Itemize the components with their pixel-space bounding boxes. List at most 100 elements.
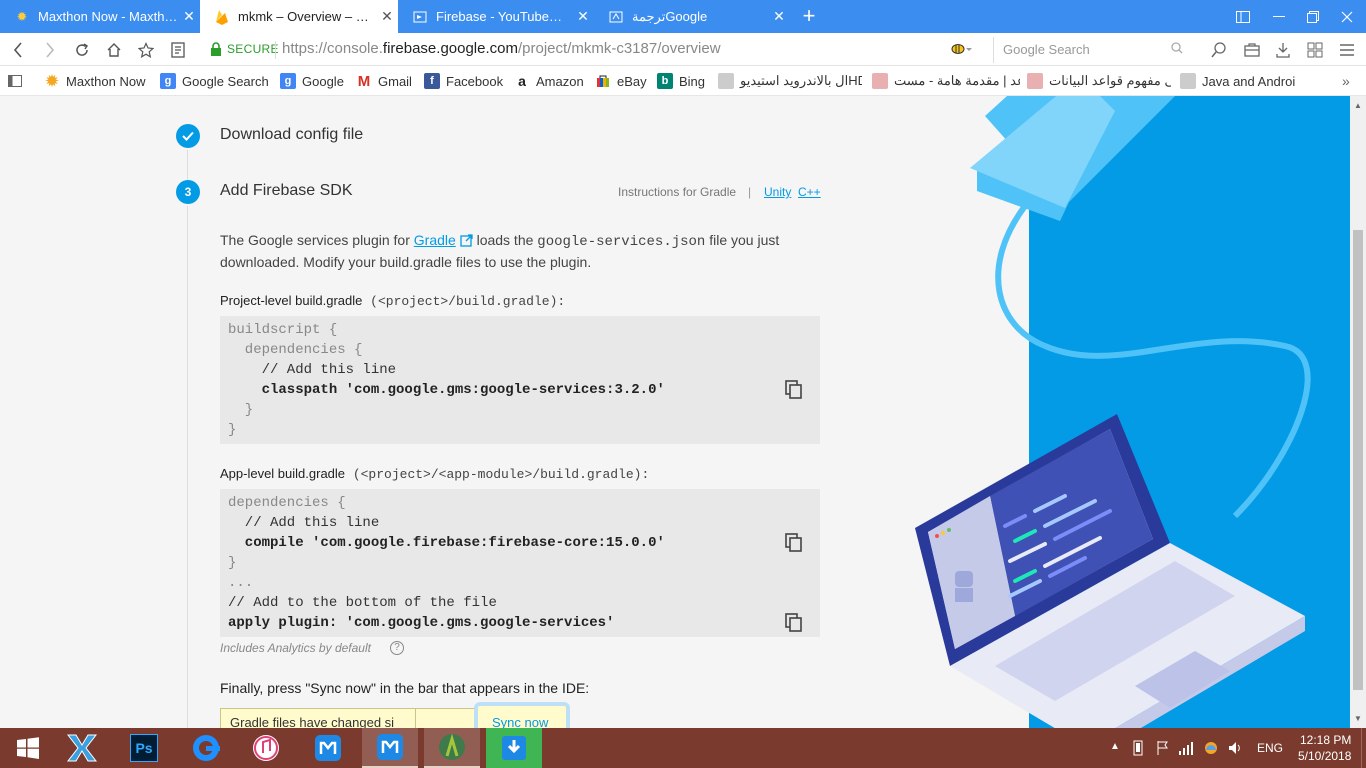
lock-icon (211, 42, 221, 56)
sidebar-panel-icon[interactable] (8, 72, 22, 90)
search-icon[interactable] (1171, 42, 1183, 57)
tab-youtube[interactable]: Firebase - YouTubeربط… ✕ (398, 0, 594, 33)
page-scrollbar[interactable]: ▲ ▼ (1350, 96, 1366, 728)
more-bookmarks-chevron-icon[interactable]: » (1342, 72, 1358, 90)
code-line: // Add this line (228, 515, 380, 531)
cpp-link[interactable]: C++ (798, 185, 821, 199)
bookmark-java-android[interactable]: Java and Androi (1180, 72, 1300, 90)
bookmark-google-search[interactable]: g Google Search (160, 72, 272, 90)
app-level-code-block[interactable]: dependencies { // Add this line compile … (220, 489, 820, 637)
copy-icon[interactable] (785, 380, 803, 400)
bookmark-bing[interactable]: b Bing (657, 72, 709, 90)
tab-google-translate[interactable]: ترجمةGoogle ✕ (594, 0, 790, 33)
bookmark-amazon[interactable]: a Amazon (514, 72, 588, 90)
maxthon-icon[interactable] (300, 728, 356, 768)
url-prefix: https://console. (282, 40, 383, 57)
notes-button[interactable] (1241, 39, 1263, 61)
code-line: compile 'com.google.firebase:firebase-co… (228, 535, 665, 551)
bookmark-database-concept[interactable]: على مفهوم قواعد البيانات-… (1027, 72, 1171, 90)
code-line: } (228, 422, 237, 438)
reload-button[interactable] (69, 37, 95, 63)
bookmark-ebay[interactable]: eBay (595, 72, 651, 90)
download-button[interactable] (1272, 39, 1294, 61)
clock-time[interactable]: 12:18 PM (1300, 733, 1351, 747)
project-level-code-block[interactable]: buildscript { dependencies { // Add this… (220, 316, 820, 444)
tray-overflow-chevron-icon[interactable]: ▲ (1110, 741, 1120, 752)
google-icon: g (280, 73, 296, 89)
hamburger-icon (1340, 44, 1354, 56)
bookmark-maxthon-now[interactable]: ✹ Maxthon Now (44, 72, 154, 90)
close-window-icon[interactable] (1330, 0, 1364, 33)
maxthon-active-icon[interactable] (362, 728, 418, 768)
help-icon[interactable]: ? (390, 641, 404, 655)
maxthon-x-icon[interactable] (54, 728, 110, 768)
search-input[interactable] (994, 37, 1164, 61)
page-content: Download config file 3 Add Firebase SDK … (0, 96, 1350, 728)
tab-maxthon-now[interactable]: ✹ Maxthon Now - Maxth… ✕ (0, 0, 200, 33)
scroll-up-icon[interactable]: ▲ (1354, 101, 1362, 110)
new-tab-button[interactable]: + (796, 0, 822, 33)
reader-button[interactable] (165, 37, 191, 63)
tab-title: Maxthon Now - Maxth… (38, 9, 178, 24)
apps-button[interactable] (1304, 39, 1326, 61)
bookmark-android-studio-hd[interactable]: ال بالاندرويد استيديوHD -… (718, 72, 862, 90)
minimize-icon[interactable] (1262, 0, 1296, 33)
flag-icon[interactable] (1156, 740, 1170, 756)
step-connector (187, 206, 188, 728)
bing-icon: b (657, 73, 673, 89)
gradle-link[interactable]: Gradle (414, 232, 456, 248)
android-studio-icon[interactable] (424, 728, 480, 768)
close-icon[interactable]: ✕ (376, 8, 398, 25)
path-code: (<project>/build.gradle): (362, 294, 566, 309)
code-line: } (228, 555, 237, 571)
edge-icon[interactable] (178, 728, 234, 768)
code-line: apply plugin: 'com.google.gms.google-ser… (228, 615, 615, 631)
weather-icon[interactable] (1203, 740, 1219, 756)
external-link-icon[interactable] (460, 234, 473, 247)
bookmark-arabic-intro[interactable]: الاعد | مقدمة هامة - مست… (872, 72, 1020, 90)
close-icon[interactable]: ✕ (178, 8, 200, 25)
url-path: /project/mkmk-c3187/overview (518, 40, 721, 57)
copy-icon[interactable] (785, 533, 803, 553)
favorite-button[interactable] (133, 37, 159, 63)
show-desktop-button[interactable] (1361, 728, 1366, 768)
step-download-config-title[interactable]: Download config file (220, 126, 363, 144)
bookmark-facebook[interactable]: f Facebook (424, 72, 506, 90)
code-line: dependencies { (228, 342, 363, 358)
reader-icon (171, 42, 185, 58)
itunes-icon[interactable] (238, 728, 294, 768)
instructions-label: Instructions for Gradle (618, 185, 737, 199)
photoshop-icon[interactable]: Ps (116, 728, 172, 768)
menu-button[interactable] (1336, 39, 1358, 61)
download-icon[interactable] (486, 728, 542, 768)
tab-firebase-overview[interactable]: mkmk – Overview – Fir… ✕ (200, 0, 398, 33)
sync-now-link[interactable]: Sync now (492, 715, 548, 728)
restore-icon[interactable] (1296, 0, 1330, 33)
user-search-button[interactable] (1208, 39, 1230, 61)
bookmark-gmail[interactable]: M Gmail (356, 72, 416, 90)
scroll-down-icon[interactable]: ▼ (1354, 714, 1362, 723)
unity-link[interactable]: Unity (764, 185, 791, 199)
volume-icon[interactable] (1227, 740, 1243, 756)
language-indicator[interactable]: ENG (1257, 741, 1283, 755)
page-icon (718, 73, 734, 89)
project-level-label: Project-level build.gradle (<project>/bu… (220, 293, 565, 309)
bookmark-google[interactable]: g Google (280, 72, 348, 90)
code-line: dependencies { (228, 495, 346, 511)
windows-start-icon[interactable] (0, 728, 56, 768)
clock-date[interactable]: 5/10/2018 (1298, 749, 1351, 763)
signal-icon[interactable] (1178, 741, 1194, 755)
address-toolbar: SECURE https://console.firebase.google.c… (0, 33, 1366, 66)
forward-button[interactable] (37, 37, 63, 63)
search-engine-bee-icon[interactable] (950, 41, 972, 60)
sidebar-toggle-icon[interactable] (1226, 0, 1260, 33)
gradle-notification-text: Gradle files have changed si (220, 708, 416, 728)
back-button[interactable] (5, 37, 31, 63)
url-field[interactable]: https://console.firebase.google.com/proj… (282, 40, 721, 57)
tray-device-icon[interactable] (1131, 740, 1145, 756)
home-button[interactable] (101, 37, 127, 63)
close-icon[interactable]: ✕ (768, 8, 790, 25)
copy-icon[interactable] (785, 613, 803, 633)
scrollbar-thumb[interactable] (1353, 230, 1363, 690)
close-icon[interactable]: ✕ (572, 8, 594, 25)
